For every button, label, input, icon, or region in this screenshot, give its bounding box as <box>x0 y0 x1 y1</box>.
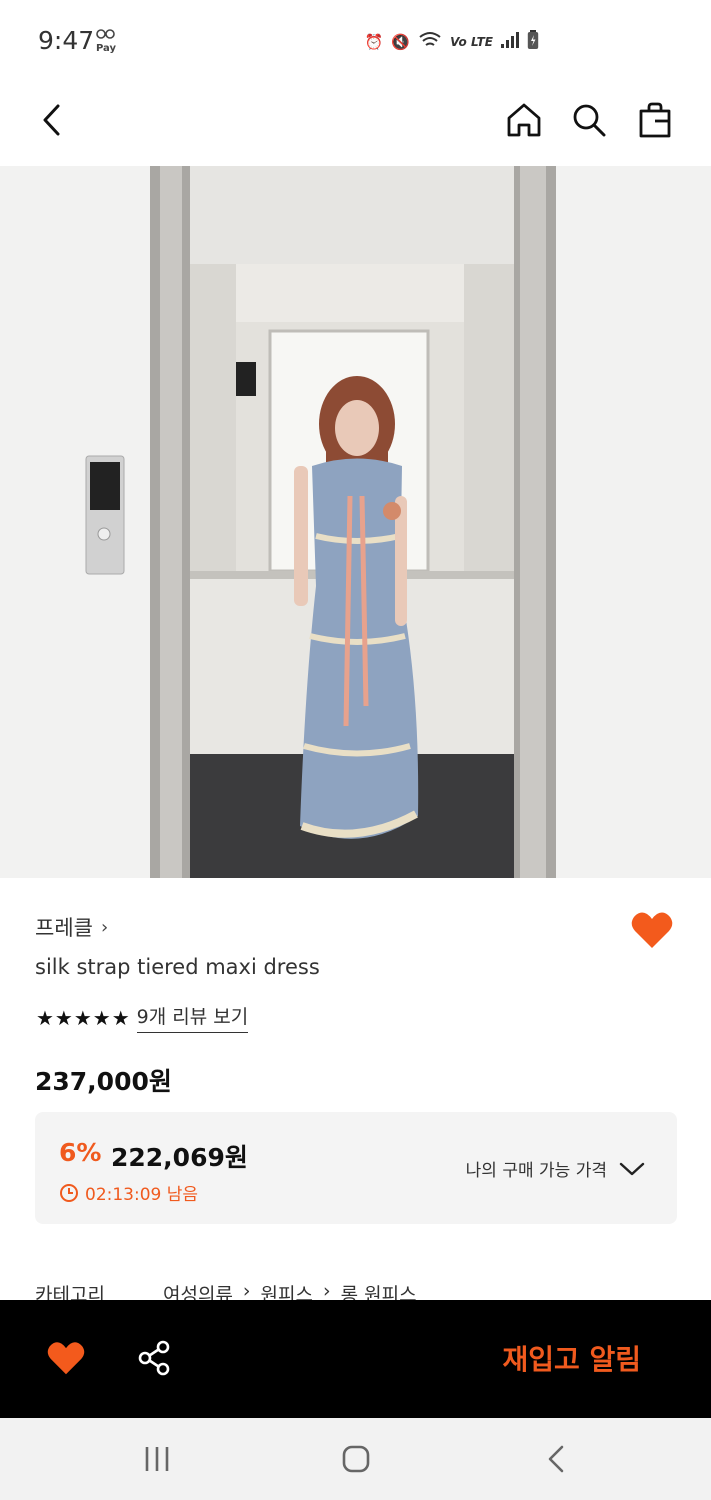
review-link[interactable]: 9개 리뷰 보기 <box>136 1002 249 1033</box>
wishlist-button-top[interactable] <box>630 910 674 954</box>
shopping-bag-icon <box>639 102 671 138</box>
status-bar: 9:47 Pay ⏰ 🔇 Vo LTE <box>0 0 711 84</box>
wishlist-button[interactable] <box>44 1336 88 1380</box>
back-button[interactable] <box>30 98 74 142</box>
product-title: silk strap tiered maxi dress <box>35 955 320 979</box>
search-icon <box>573 104 606 137</box>
chevron-down-icon <box>619 1162 645 1175</box>
back-nav-button[interactable] <box>534 1437 578 1481</box>
search-button[interactable] <box>567 98 611 142</box>
recent-apps-icon <box>145 1447 169 1471</box>
restock-alert-button[interactable]: 재입고 알림 <box>502 1338 641 1378</box>
home-nav-icon <box>342 1445 370 1473</box>
pay-icon <box>96 29 115 39</box>
status-time: 9:47 <box>38 26 95 55</box>
heart-icon <box>47 1342 85 1375</box>
product-image[interactable] <box>0 166 711 878</box>
timer-text: 02:13:09 남음 <box>85 1185 199 1205</box>
status-icons: ⏰ 🔇 Vo LTE <box>365 30 539 54</box>
available-price-toggle[interactable]: 나의 구매 가능 가격 <box>466 1156 645 1181</box>
available-price-label: 나의 구매 가능 가격 <box>465 1161 607 1181</box>
clock-icon <box>60 1183 78 1202</box>
pay-badge: Pay <box>96 28 116 54</box>
mute-icon: 🔇 <box>391 33 411 51</box>
discount-rate: 6% <box>59 1138 102 1167</box>
chevron-left-icon <box>43 104 60 136</box>
share-icon <box>138 1340 170 1376</box>
product-photo <box>0 166 711 878</box>
rating-row: ★★★★★ 9개 리뷰 보기 <box>36 1002 249 1033</box>
top-nav <box>0 84 711 166</box>
brand-link[interactable]: 프레클 › <box>35 912 108 942</box>
sale-timer: 02:13:09 남음 <box>59 1180 198 1205</box>
alarm-icon: ⏰ <box>364 33 384 51</box>
brand-name: 프레클 <box>35 916 93 940</box>
home-icon <box>507 103 541 137</box>
bottom-action-bar: 재입고 알림 <box>0 1300 711 1418</box>
sale-price: 222,069원 <box>111 1143 248 1172</box>
home-button[interactable] <box>502 98 546 142</box>
wifi-icon <box>418 31 442 53</box>
home-nav-button[interactable] <box>334 1437 378 1481</box>
heart-icon <box>631 912 673 948</box>
signal-icon <box>501 32 519 52</box>
battery-icon <box>527 30 539 54</box>
back-nav-icon <box>548 1445 564 1473</box>
recent-apps-button[interactable] <box>135 1437 179 1481</box>
chevron-right-icon: › <box>100 916 109 938</box>
star-rating-icon: ★★★★★ <box>36 1005 131 1030</box>
share-button[interactable] <box>132 1336 176 1380</box>
cart-button[interactable] <box>633 98 677 142</box>
original-price: 237,000원 <box>35 1067 172 1096</box>
sale-price-box[interactable]: 6% 222,069원 02:13:09 남음 나의 구매 가능 가격 <box>35 1112 677 1224</box>
system-nav-bar <box>0 1418 711 1500</box>
lte-indicator: Vo LTE <box>450 35 493 49</box>
